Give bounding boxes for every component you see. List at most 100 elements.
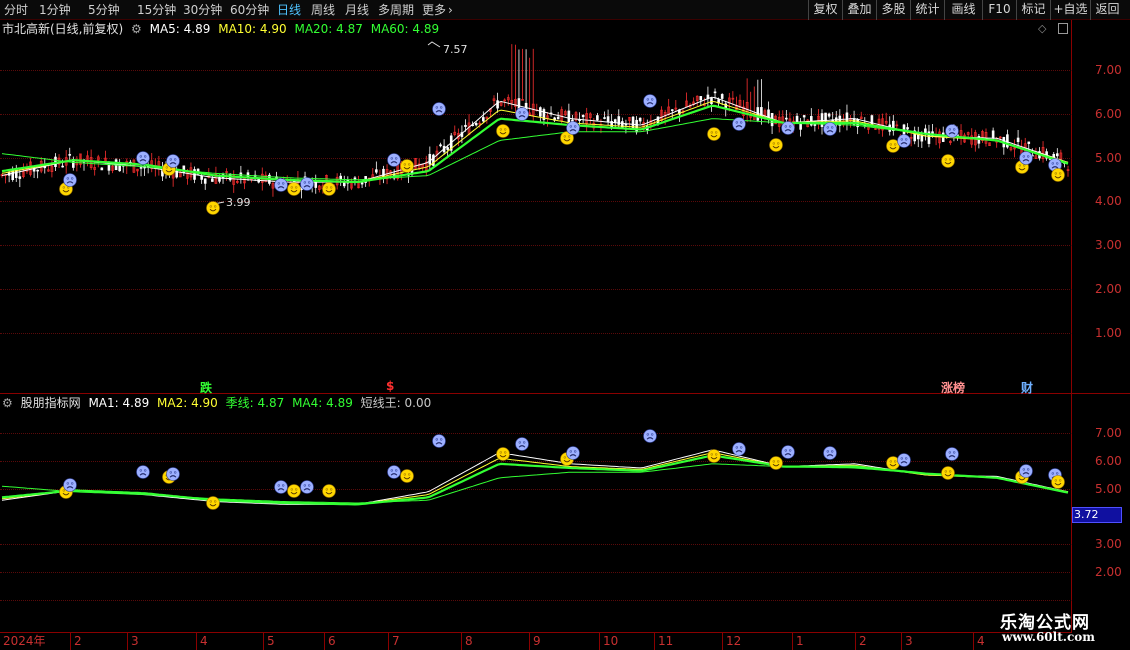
candle-body xyxy=(68,154,72,156)
candle-body xyxy=(18,176,22,179)
sell-signal-sad-icon xyxy=(166,154,180,168)
indicator-axis-label: 6.00 xyxy=(1095,454,1122,468)
sell-signal-sad-icon xyxy=(387,465,401,479)
candle-body xyxy=(613,119,617,123)
tab-monthly[interactable]: 月线 xyxy=(345,1,369,19)
sell-signal-sad-icon xyxy=(1019,464,1033,478)
buy-signal-smiley-icon xyxy=(769,138,783,152)
candle-body xyxy=(906,127,909,130)
buy-signal-smiley-icon xyxy=(769,456,783,470)
candle-body xyxy=(920,135,924,142)
buy-signal-smiley-icon xyxy=(941,154,955,168)
buy-signal-smiley-icon xyxy=(400,159,414,173)
sell-signal-sad-icon xyxy=(300,480,314,494)
mark-button[interactable]: 标记 xyxy=(1016,0,1050,20)
date-axis-label: 2 xyxy=(855,633,867,650)
sell-signal-sad-icon xyxy=(136,465,150,479)
candle-body xyxy=(539,107,542,117)
date-axis-label: 3 xyxy=(127,633,139,650)
buy-signal-smiley-icon xyxy=(400,469,414,483)
sell-signal-sad-icon xyxy=(63,173,77,187)
indicator-axis-label: 5.00 xyxy=(1095,482,1122,496)
sell-signal-sad-icon xyxy=(732,442,746,456)
add-watchlist-button[interactable]: +自选 xyxy=(1050,0,1090,20)
price-axis-label: 1.00 xyxy=(1095,326,1122,340)
restore-rights-button[interactable]: 复权 xyxy=(808,0,842,20)
candle-body xyxy=(11,170,14,181)
statistics-button[interactable]: 统计 xyxy=(910,0,944,20)
back-button[interactable]: 返回 xyxy=(1090,0,1124,20)
sell-signal-sad-icon xyxy=(643,429,657,443)
sell-signal-sad-icon xyxy=(643,94,657,108)
event-top-gainer-marker[interactable]: 涨榜 xyxy=(941,379,965,396)
candle-body xyxy=(638,117,642,122)
event-financial-report-marker[interactable]: 财 xyxy=(1021,379,1033,396)
tab-5min[interactable]: 5分钟 xyxy=(88,1,120,19)
candle-body xyxy=(482,117,485,122)
indicator-ma60-line xyxy=(1,463,1069,504)
candle-body xyxy=(596,115,599,121)
sell-signal-sad-icon xyxy=(897,453,911,467)
sell-signal-sad-icon xyxy=(432,434,446,448)
sell-signal-sad-icon xyxy=(63,478,77,492)
price-axis-label: 7.00 xyxy=(1095,63,1122,77)
f10-button[interactable]: F10 xyxy=(982,0,1016,20)
sell-signal-sad-icon xyxy=(515,107,529,121)
sell-signal-sad-icon xyxy=(515,437,529,451)
tab-30min[interactable]: 30分钟 xyxy=(183,1,222,19)
candle-body xyxy=(464,124,467,127)
draw-line-button[interactable]: 画线 xyxy=(944,0,982,20)
buy-signal-smiley-icon xyxy=(322,484,336,498)
overlay-button[interactable]: 叠加 xyxy=(842,0,876,20)
candle-body xyxy=(496,100,499,109)
buy-signal-smiley-icon xyxy=(206,201,220,215)
date-axis-label: 5 xyxy=(263,633,275,650)
buy-signal-smiley-icon xyxy=(707,449,721,463)
multi-stock-button[interactable]: 多股 xyxy=(876,0,910,20)
candle-body xyxy=(670,109,674,111)
candle-body xyxy=(200,175,203,180)
tab-weekly[interactable]: 周线 xyxy=(311,1,335,19)
event-fall-marker[interactable]: 跌 xyxy=(200,379,212,396)
candle-body xyxy=(439,144,442,147)
sell-signal-sad-icon xyxy=(945,447,959,461)
buy-signal-smiley-icon xyxy=(206,496,220,510)
candle-body xyxy=(827,113,831,117)
buy-signal-smiley-icon xyxy=(287,182,301,196)
candle-body xyxy=(61,165,64,168)
sell-signal-sad-icon xyxy=(387,153,401,167)
sell-signal-sad-icon xyxy=(781,445,795,459)
sell-signal-sad-icon xyxy=(166,467,180,481)
indicator-axis-label: 2.00 xyxy=(1095,565,1122,579)
date-axis-label: 4 xyxy=(196,633,208,650)
candle-body xyxy=(1056,153,1059,157)
candle-body xyxy=(100,167,104,171)
date-axis-label: 2 xyxy=(70,633,82,650)
indicator-axis-label: 3.00 xyxy=(1095,537,1122,551)
tab-daily[interactable]: 日线 xyxy=(277,1,301,19)
event-dividend-marker[interactable]: $ xyxy=(386,379,394,393)
tab-multi-period[interactable]: 多周期 xyxy=(378,1,414,19)
date-axis-label: 8 xyxy=(461,633,473,650)
candle-body xyxy=(375,169,378,173)
buy-signal-smiley-icon xyxy=(1051,475,1065,489)
low-price-marker: 3.99 xyxy=(226,196,251,209)
candle-body xyxy=(606,116,610,123)
date-axis-label: 4 xyxy=(973,633,985,650)
tab-1min[interactable]: 1分钟 xyxy=(39,1,71,19)
candle-body xyxy=(824,112,827,122)
tab-60min[interactable]: 60分钟 xyxy=(230,1,269,19)
sell-signal-sad-icon xyxy=(823,446,837,460)
sell-signal-sad-icon xyxy=(897,134,911,148)
kline-chart[interactable] xyxy=(0,20,1072,632)
candle-body xyxy=(139,167,143,169)
tab-15min[interactable]: 15分钟 xyxy=(137,1,176,19)
tab-intraday[interactable]: 分时 xyxy=(4,1,28,19)
sell-signal-sad-icon xyxy=(945,124,959,138)
candle-body xyxy=(1016,137,1020,142)
tab-more[interactable]: 更多 › xyxy=(422,1,453,19)
date-axis-label: 7 xyxy=(388,633,400,650)
price-axis-label: 5.00 xyxy=(1095,151,1122,165)
candle-body xyxy=(203,178,207,184)
sell-signal-sad-icon xyxy=(566,446,580,460)
